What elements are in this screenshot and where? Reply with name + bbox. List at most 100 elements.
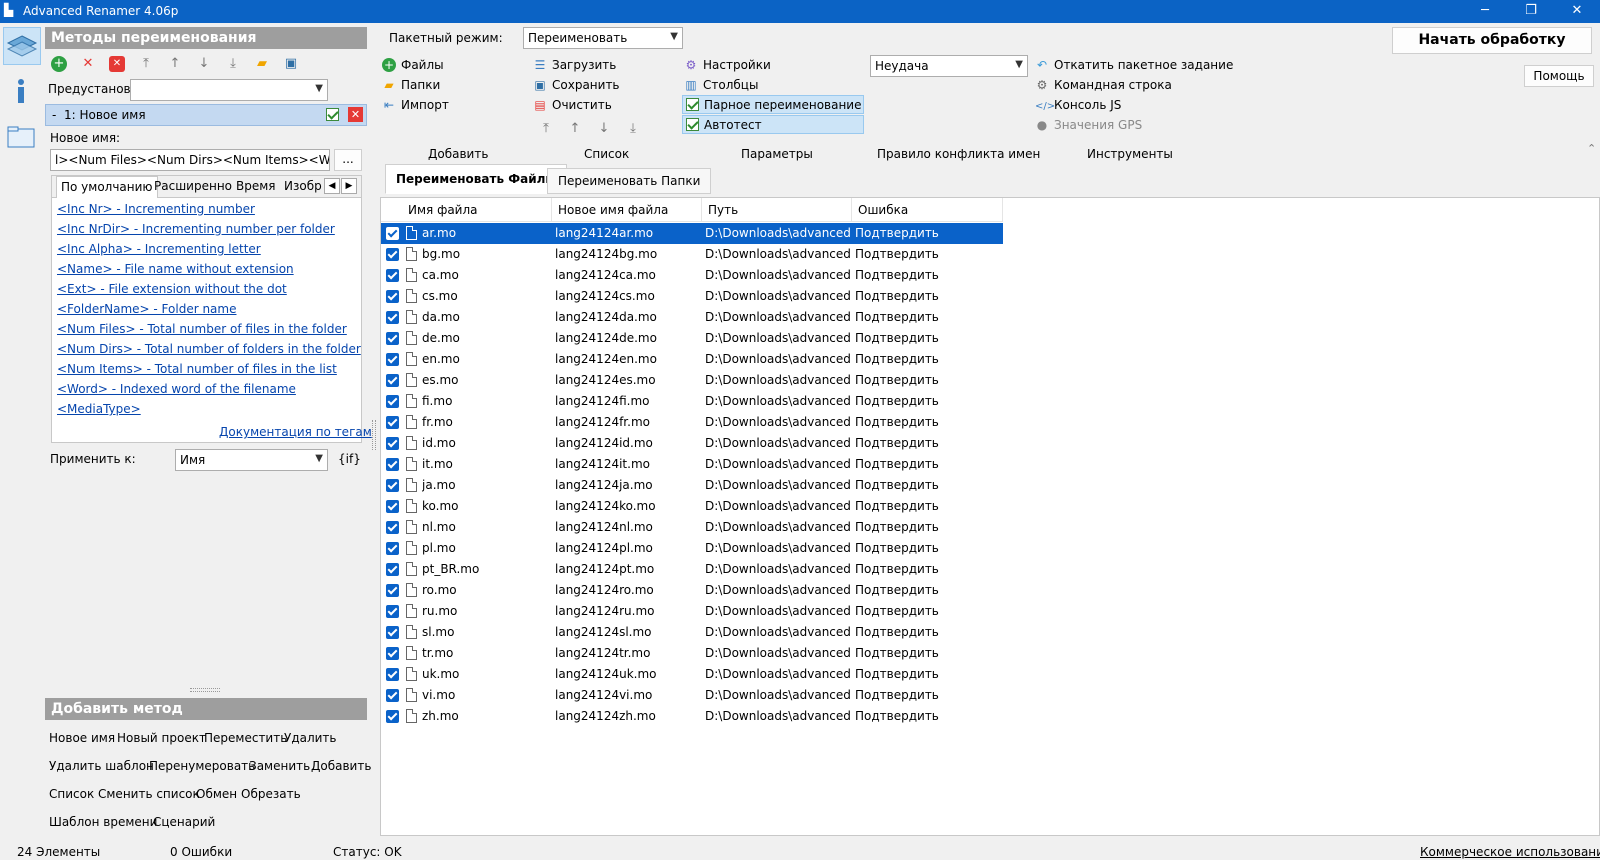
row-checkbox[interactable] (386, 437, 399, 450)
move-up-icon[interactable]: ↑ (167, 56, 183, 72)
tab-image[interactable]: Изобр (280, 178, 326, 194)
table-row[interactable]: en.mo lang24124en.mo D:\Downloads\advanced… (381, 349, 1003, 370)
tag-link[interactable]: <Word> - Indexed word of the filename (57, 382, 296, 396)
col-separator[interactable] (551, 198, 552, 222)
js-console-button[interactable]: </>Консоль JS (1035, 98, 1121, 112)
undo-batch-button[interactable]: ↶ Откатить пакетное задание (1035, 58, 1233, 72)
newname-input[interactable]: l><Num Files><Num Dirs><Num Items><Word:… (50, 149, 330, 171)
tag-link[interactable]: <Inc Nr> - Incrementing number (57, 202, 255, 216)
batch-mode-select[interactable]: Переименовать ▼ (523, 27, 683, 49)
tab-rename-files[interactable]: Переименовать Файлы (385, 164, 568, 194)
row-checkbox[interactable] (386, 668, 399, 681)
presets-select[interactable]: ▼ (130, 79, 328, 101)
panel-splitter-handle[interactable] (190, 688, 220, 692)
tag-link[interactable]: <MediaType> (57, 402, 141, 416)
move-up-icon[interactable]: ↑ (567, 121, 583, 137)
start-processing-button[interactable]: Начать обработку (1392, 27, 1592, 54)
move-down-icon[interactable]: ↓ (596, 121, 612, 137)
gps-values-button[interactable]: ● Значения GPS (1035, 118, 1142, 132)
table-row[interactable]: es.mo lang24124es.mo D:\Downloads\advanced… (381, 370, 1003, 391)
table-row[interactable]: ko.mo lang24124ko.mo D:\Downloads\advanced… (381, 496, 1003, 517)
col-header-newname[interactable]: Новое имя файла (558, 203, 668, 217)
row-checkbox[interactable] (386, 353, 399, 366)
table-row[interactable]: ru.mo lang24124ru.mo D:\Downloads\advanced… (381, 601, 1003, 622)
conflict-rule-select[interactable]: Неудача ▼ (870, 55, 1028, 77)
add-method-item[interactable]: Сценарий (153, 815, 215, 829)
info-icon[interactable] (3, 73, 41, 111)
row-checkbox[interactable] (386, 269, 399, 282)
apply-to-select[interactable]: Имя ▼ (175, 449, 328, 471)
add-files-button[interactable]: + Файлы (382, 58, 444, 72)
close-button[interactable]: ✕ (1554, 0, 1600, 23)
add-method-item[interactable]: Обмен (196, 787, 237, 801)
add-folders-button[interactable]: ▰ Папки (382, 78, 440, 92)
table-row[interactable]: pt_BR.mo lang24124pt.mo D:\Downloads\advan… (381, 559, 1003, 580)
col-separator[interactable] (851, 198, 852, 222)
method-collapse[interactable]: - (52, 108, 56, 122)
add-method-item[interactable]: Перенумеровать (149, 759, 255, 773)
layers-icon[interactable] (3, 27, 41, 65)
row-checkbox[interactable] (386, 479, 399, 492)
save-disk-icon[interactable]: ▣ (283, 56, 299, 72)
add-method-item[interactable]: Новый проект (117, 731, 206, 745)
move-top-icon[interactable]: ⤒ (138, 56, 154, 72)
row-checkbox[interactable] (386, 626, 399, 639)
tag-link[interactable]: <Num Files> - Total number of files in t… (57, 322, 347, 336)
tab-scroll-left-icon[interactable]: ◀ (324, 178, 340, 194)
row-checkbox[interactable] (386, 416, 399, 429)
row-checkbox[interactable] (386, 521, 399, 534)
table-row[interactable]: da.mo lang24124da.mo D:\Downloads\advanced… (381, 307, 1003, 328)
col-header-filename[interactable]: Имя файла (408, 203, 478, 217)
add-method-item[interactable]: Шаблон времени (49, 815, 157, 829)
row-checkbox[interactable] (386, 647, 399, 660)
add-method-item[interactable]: Добавить (311, 759, 371, 773)
newname-browse-button[interactable]: ... (334, 149, 362, 171)
add-method-item[interactable]: Удалить шаблон (49, 759, 154, 773)
tab-time[interactable]: Время (232, 178, 280, 194)
row-checkbox[interactable] (386, 542, 399, 555)
clear-list-button[interactable]: ▤ Очистить (533, 98, 611, 112)
row-checkbox[interactable] (386, 290, 399, 303)
table-row[interactable]: sl.mo lang24124sl.mo D:\Downloads\advanced… (381, 622, 1003, 643)
add-method-icon[interactable]: + (51, 56, 67, 72)
row-checkbox[interactable] (386, 500, 399, 513)
collapse-ribbon-icon[interactable]: ⌃ (1587, 142, 1596, 155)
table-row[interactable]: pl.mo lang24124pl.mo D:\Downloads\advanced… (381, 538, 1003, 559)
row-checkbox[interactable] (386, 563, 399, 576)
table-row[interactable]: fi.mo lang24124fi.mo D:\Downloads\advanced… (381, 391, 1003, 412)
delete-method-icon[interactable]: ✕ (80, 56, 96, 72)
table-row[interactable]: ca.mo lang24124ca.mo D:\Downloads\advanced… (381, 265, 1003, 286)
row-checkbox[interactable] (386, 710, 399, 723)
tab-scroll-right-icon[interactable]: ▶ (341, 178, 357, 194)
add-method-item[interactable]: Сменить список (98, 787, 200, 801)
tab-advanced[interactable]: Расширенно (150, 178, 236, 194)
table-row[interactable]: id.mo lang24124id.mo D:\Downloads\advanced… (381, 433, 1003, 454)
table-row[interactable]: zh.mo lang24124zh.mo D:\Downloads\advanced… (381, 706, 1003, 727)
row-checkbox[interactable] (386, 227, 399, 240)
tag-docs-link[interactable]: Документация по тегам (219, 425, 372, 439)
row-checkbox[interactable] (386, 605, 399, 618)
row-checkbox[interactable] (386, 248, 399, 261)
row-checkbox[interactable] (386, 689, 399, 702)
col-separator[interactable] (701, 198, 702, 222)
table-row[interactable]: vi.mo lang24124vi.mo D:\Downloads\advanced… (381, 685, 1003, 706)
clear-methods-icon[interactable]: ✕ (109, 56, 125, 72)
method-enabled-checkbox[interactable] (326, 108, 339, 121)
move-top-icon[interactable]: ⤒ (538, 121, 554, 137)
move-down-icon[interactable]: ↓ (196, 56, 212, 72)
pair-rename-toggle[interactable]: Парное переименование (682, 95, 864, 114)
add-method-item[interactable]: Новое имя (49, 731, 115, 745)
import-button[interactable]: ⇤ Импорт (382, 98, 449, 112)
save-list-button[interactable]: ▣ Сохранить (533, 78, 619, 92)
table-row[interactable]: nl.mo lang24124nl.mo D:\Downloads\advanced… (381, 517, 1003, 538)
table-row[interactable]: ar.mo lang24124ar.mo D:\Downloads\advanced… (381, 223, 1003, 244)
row-checkbox[interactable] (386, 584, 399, 597)
table-row[interactable]: de.mo lang24124de.mo D:\Downloads\advanced… (381, 328, 1003, 349)
settings-button[interactable]: ⚙ Настройки (684, 58, 771, 72)
move-bottom-icon[interactable]: ⤓ (625, 121, 641, 137)
row-checkbox[interactable] (386, 374, 399, 387)
vertical-splitter-handle[interactable] (372, 420, 376, 450)
tag-link[interactable]: <FolderName> - Folder name (57, 302, 236, 316)
if-button[interactable]: {if} (338, 452, 361, 466)
row-checkbox[interactable] (386, 311, 399, 324)
